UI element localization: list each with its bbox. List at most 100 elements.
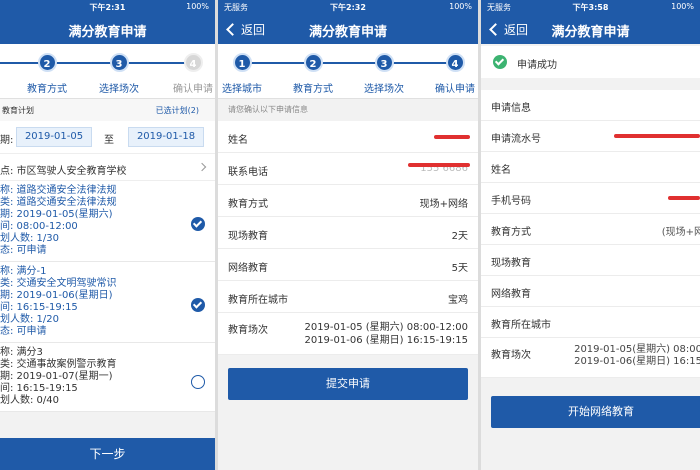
field-value: 2天 [451, 231, 468, 242]
plan-line: 划人数: 1/30 [0, 233, 60, 244]
schedule-values: 2019-01-05 (星期六) 08:00-12:00 2019-01-06 … [304, 321, 468, 347]
status-time: 下午3:58 [572, 3, 609, 12]
step-2-label: 教育方式 [293, 84, 333, 95]
field-value: 5天 [451, 263, 468, 274]
step-4: 4 确认申请 [158, 53, 215, 95]
date-to-word: 至 [104, 135, 114, 146]
redaction-mark [408, 163, 470, 167]
step-4-circle: 4 [445, 53, 465, 72]
field-online: 网络教育 5天 [218, 249, 478, 281]
step-indicator: 2 教育方式 3 选择场次 4 确认申请 [0, 44, 215, 99]
status-carrier: 无服务 [224, 3, 248, 12]
screen-success: 无服务 下午3:58 100% 返回 满分教育申请 申请成功 申请信息 申请流水… [481, 0, 700, 470]
step-2: 2 教育方式 [278, 53, 348, 95]
info-application: 申请信息 [481, 90, 700, 121]
status-bar: 无服务 下午3:58 100% [481, 0, 700, 14]
info-city: 教育所在城市 [481, 307, 700, 338]
field-key: 教育场次 [491, 350, 531, 361]
plan-line: 态: 可申请 [0, 245, 47, 256]
chevron-right-icon [197, 162, 207, 172]
nav-bar: 满分教育申请 [0, 14, 215, 44]
step-3: 3 选择场次 [349, 53, 419, 95]
success-text: 申请成功 [517, 60, 557, 71]
step-2-label: 教育方式 [27, 84, 67, 95]
success-check-icon [493, 55, 507, 69]
next-button[interactable]: 下一步 [0, 438, 215, 470]
info-edu-mode: 教育方式 (现场+网 [481, 214, 700, 245]
step-3-circle: 3 [109, 53, 129, 72]
school-name: 点: 市区驾驶人安全教育学校 [0, 166, 127, 177]
plan-item-1[interactable]: 称: 道路交通安全法律法规 类: 道路交通安全法律法规 期: 2019-01-0… [0, 181, 215, 262]
checkbox-checked-icon[interactable] [191, 298, 205, 312]
field-name: 姓名 [218, 121, 478, 153]
date-from-field[interactable]: 2019-01-05 [16, 127, 92, 147]
info-name: 姓名 [481, 152, 700, 183]
status-battery: 100% [449, 2, 472, 11]
step-4-label: 确认申请 [173, 84, 213, 95]
step-3-label: 选择场次 [99, 84, 139, 95]
step-4-circle: 4 [183, 53, 203, 72]
status-time: 下午2:32 [330, 3, 366, 12]
plan-line: 划人数: 0/40 [0, 395, 60, 406]
step-4-label: 确认申请 [435, 84, 475, 95]
field-key: 教育所在城市 [228, 295, 288, 306]
redaction-mark [668, 196, 700, 200]
chevron-left-icon [489, 23, 502, 36]
plan-line: 称: 满分-1 [0, 266, 47, 277]
plan-line: 称: 满分3 [0, 347, 43, 358]
step-1: 1 选择城市 [218, 53, 277, 95]
plan-item-3[interactable]: 称: 满分3 类: 交通事故案例警示教育 期: 2019-01-07(星期一) … [0, 343, 215, 412]
field-phone: 联系电话 155 6686 [218, 153, 478, 185]
field-key: 申请流水号 [491, 134, 541, 145]
screen-confirm: 无服务 下午2:32 100% 返回 满分教育申请 1 选择城市 2 教育方式 … [218, 0, 478, 470]
field-key: 教育方式 [228, 199, 268, 210]
plan-header-label: 教育计划 [2, 106, 34, 115]
status-time: 下午2:31 [89, 3, 126, 12]
page-title: 满分教育申请 [68, 25, 147, 40]
info-serial: 申请流水号 [481, 121, 700, 152]
back-button[interactable]: 返回 [224, 21, 265, 38]
plan-line: 类: 交通安全文明驾驶常识 [0, 278, 117, 289]
info-schedule: 教育场次 2019-01-05(星期六) 08:00 2019-01-06(星期… [481, 338, 700, 378]
step-2: 2 教育方式 [12, 53, 82, 95]
plan-item-2[interactable]: 称: 满分-1 类: 交通安全文明驾驶常识 期: 2019-01-06(星期日)… [0, 262, 215, 343]
field-key: 教育场次 [228, 325, 268, 336]
field-value: (现场+网 [661, 227, 700, 238]
nav-bar: 返回 满分教育申请 [481, 14, 700, 44]
step-indicator: 1 选择城市 2 教育方式 3 选择场次 4 确认申请 [218, 44, 478, 99]
field-value: 现场+网络 [419, 199, 468, 210]
field-key: 申请信息 [491, 103, 531, 114]
checkbox-checked-icon[interactable] [191, 217, 205, 231]
back-button[interactable]: 返回 [487, 21, 528, 38]
school-selector[interactable]: 点: 市区驾驶人安全教育学校 [0, 153, 215, 181]
plan-line: 称: 道路交通安全法律法规 [0, 185, 117, 196]
plan-header: 教育计划 已选计划(2) [0, 99, 215, 121]
field-key: 网络教育 [491, 289, 531, 300]
page-title: 满分教育申请 [308, 25, 388, 40]
info-onsite: 现场教育 [481, 245, 700, 276]
schedule-line: 2019-01-06(星期日) 16:15 [574, 356, 700, 367]
status-battery: 100% [671, 2, 694, 11]
checkbox-unchecked-icon[interactable] [191, 375, 205, 389]
step-1-circle: 1 [232, 53, 252, 72]
plan-selected-count[interactable]: 已选计划(2) [156, 105, 199, 116]
stage: 下午2:31 100% 满分教育申请 2 教育方式 3 选择场次 4 确认申请 … [0, 0, 700, 470]
date-range-label: 期: [0, 135, 14, 146]
step-1-label: 选择城市 [222, 84, 262, 95]
date-to-field[interactable]: 2019-01-18 [128, 127, 204, 147]
plan-line: 间: 16:15-19:15 [0, 302, 78, 313]
back-label: 返回 [504, 23, 529, 37]
start-online-education-button[interactable]: 开始网络教育 [491, 396, 700, 428]
plan-line: 态: 可申请 [0, 326, 47, 337]
plan-line: 划人数: 1/20 [0, 314, 60, 325]
confirm-hint: 请您确认以下申请信息 [218, 99, 478, 121]
date-range: 期: 2019-01-05 至 2019-01-18 [0, 121, 215, 153]
submit-button[interactable]: 提交申请 [228, 368, 468, 400]
step-4: 4 确认申请 [420, 53, 478, 95]
field-key: 网络教育 [228, 263, 268, 274]
field-key: 姓名 [228, 135, 248, 146]
page-title: 满分教育申请 [551, 25, 630, 40]
plan-line: 期: 2019-01-05(星期六) [0, 209, 113, 220]
field-schedule: 教育场次 2019-01-05 (星期六) 08:00-12:00 2019-0… [218, 313, 478, 355]
redaction-mark [434, 135, 470, 139]
